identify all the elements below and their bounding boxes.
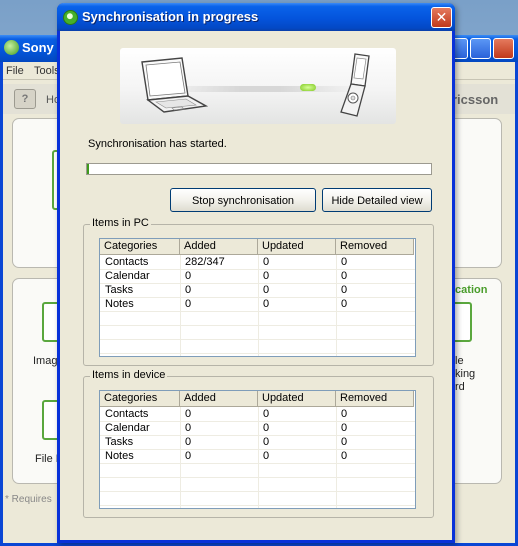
empty-table-row xyxy=(100,464,415,478)
table-row[interactable]: Notes 0 0 0 xyxy=(100,450,415,464)
background-close-icon[interactable] xyxy=(493,38,514,59)
right-tile-label-2: king xyxy=(455,368,476,380)
cell-updated: 0 xyxy=(263,256,270,268)
column-header-updated[interactable]: Updated xyxy=(258,391,336,407)
sync-banner xyxy=(120,48,396,124)
cell-removed: 0 xyxy=(341,256,348,268)
cell-updated: 0 xyxy=(263,450,270,462)
right-tile-label-1: le xyxy=(455,355,464,367)
cell-updated: 0 xyxy=(263,284,270,296)
empty-table-row xyxy=(100,340,415,354)
table-row[interactable]: Calendar 0 0 0 xyxy=(100,422,415,436)
cell-removed: 0 xyxy=(341,422,348,434)
sony-ericsson-logo-icon xyxy=(4,40,19,55)
sync-activity-led-icon xyxy=(300,84,316,91)
laptop-icon xyxy=(141,57,208,113)
items-in-device-group: Items in device Categories Added Updated… xyxy=(83,369,434,518)
table-row[interactable]: Contacts 282/347 0 0 xyxy=(100,256,415,270)
cell-updated: 0 xyxy=(263,436,270,448)
cell-added: 0 xyxy=(185,436,192,448)
cell-added: 0 xyxy=(185,422,192,434)
cell-updated: 0 xyxy=(263,270,270,282)
menu-file[interactable]: File xyxy=(6,65,24,77)
column-header-categories[interactable]: Categories xyxy=(100,391,180,407)
phone-icon xyxy=(340,53,370,117)
column-header-categories[interactable]: Categories xyxy=(100,239,180,255)
cell-removed: 0 xyxy=(341,298,348,310)
cell-category: Calendar xyxy=(105,422,150,434)
table-row[interactable]: Tasks 0 0 0 xyxy=(100,284,415,298)
column-header-removed[interactable]: Removed xyxy=(336,239,414,255)
cell-removed: 0 xyxy=(341,450,348,462)
brand-text-fragment: ricsson xyxy=(452,92,499,107)
background-footer-note: * Requires xyxy=(5,494,52,505)
cell-added: 0 xyxy=(185,270,192,282)
maximize-icon[interactable] xyxy=(470,38,491,59)
sync-status-text: Synchronisation has started. xyxy=(88,138,227,150)
help-icon[interactable]: ? xyxy=(14,89,36,109)
cell-added: 0 xyxy=(185,408,192,420)
cell-updated: 0 xyxy=(263,422,270,434)
cell-category: Calendar xyxy=(105,270,150,282)
cell-removed: 0 xyxy=(341,408,348,420)
dialog-title-bar[interactable]: Synchronisation in progress ✕ xyxy=(57,3,455,31)
table-row[interactable]: Calendar 0 0 0 xyxy=(100,270,415,284)
table-row[interactable]: Notes 0 0 0 xyxy=(100,298,415,312)
items-in-device-label: Items in device xyxy=(90,369,168,381)
cell-added: 282/347 xyxy=(185,256,225,268)
column-header-removed[interactable]: Removed xyxy=(336,391,414,407)
close-icon[interactable]: ✕ xyxy=(431,7,452,28)
items-in-pc-table[interactable]: Categories Added Updated Removed Contact… xyxy=(99,238,416,357)
cell-category: Tasks xyxy=(105,284,134,296)
cell-added: 0 xyxy=(185,450,192,462)
sync-progress-bar xyxy=(86,163,432,175)
stop-synchronisation-button[interactable]: Stop synchronisation xyxy=(170,188,316,212)
image-tile-label: Imag xyxy=(33,355,58,367)
menu-tools[interactable]: Tools xyxy=(34,65,60,77)
dialog-title: Synchronisation in progress xyxy=(82,9,259,24)
cell-added: 0 xyxy=(185,284,192,296)
cell-updated: 0 xyxy=(263,298,270,310)
hide-detailed-view-button[interactable]: Hide Detailed view xyxy=(322,188,432,212)
cell-removed: 0 xyxy=(341,436,348,448)
cell-removed: 0 xyxy=(341,284,348,296)
table-row[interactable]: Contacts 0 0 0 xyxy=(100,408,415,422)
items-in-pc-group: Items in PC Categories Added Updated Rem… xyxy=(83,217,434,366)
cell-category: Notes xyxy=(105,450,134,462)
sync-dialog: Synchronisation in progress ✕ Synchronis… xyxy=(57,3,455,543)
items-in-device-table[interactable]: Categories Added Updated Removed Contact… xyxy=(99,390,416,509)
right-tile-label-3: rd xyxy=(455,381,465,393)
cell-added: 0 xyxy=(185,298,192,310)
table-header: Categories Added Updated Removed xyxy=(100,239,415,255)
empty-table-row xyxy=(100,312,415,326)
sync-progress-fill xyxy=(87,164,89,174)
column-header-added[interactable]: Added xyxy=(180,239,258,255)
empty-table-row xyxy=(100,478,415,492)
table-header: Categories Added Updated Removed xyxy=(100,391,415,407)
empty-table-row xyxy=(100,326,415,340)
cell-category: Tasks xyxy=(105,436,134,448)
column-header-added[interactable]: Added xyxy=(180,391,258,407)
cell-removed: 0 xyxy=(341,270,348,282)
application-link-fragment[interactable]: ication xyxy=(452,284,487,296)
empty-table-row xyxy=(100,492,415,506)
table-row[interactable]: Tasks 0 0 0 xyxy=(100,436,415,450)
cell-updated: 0 xyxy=(263,408,270,420)
column-header-updated[interactable]: Updated xyxy=(258,239,336,255)
items-in-pc-label: Items in PC xyxy=(90,217,151,229)
sync-app-icon xyxy=(63,10,78,25)
cell-category: Contacts xyxy=(105,256,149,268)
cell-category: Contacts xyxy=(105,408,149,420)
cell-category: Notes xyxy=(105,298,134,310)
